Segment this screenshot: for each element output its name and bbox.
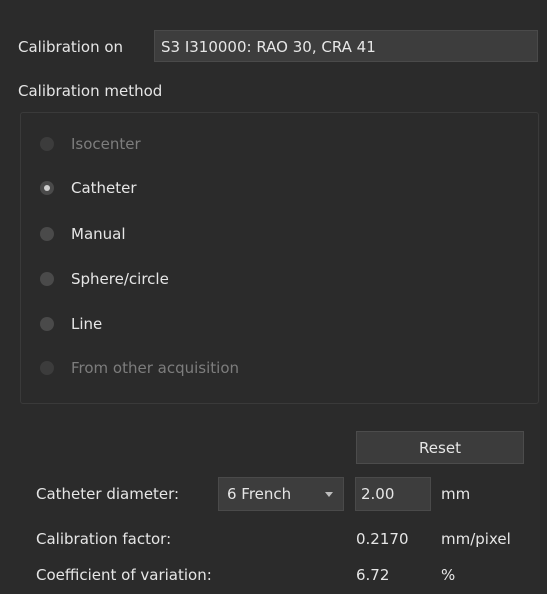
radio-manual[interactable]: Manual: [40, 222, 126, 246]
radio-label: Isocenter: [71, 135, 141, 153]
catheter-diameter-label: Catheter diameter:: [36, 485, 180, 503]
calibration-method-label: Calibration method: [18, 82, 163, 100]
calibration-acquisition-field[interactable]: S3 I310000: RAO 30, CRA 41: [154, 30, 538, 62]
radio-catheter[interactable]: Catheter: [40, 176, 137, 200]
calibration-factor-label: Calibration factor:: [36, 530, 172, 548]
catheter-diameter-unit: mm: [441, 485, 471, 503]
radio-label: Catheter: [71, 179, 137, 197]
catheter-size-dropdown[interactable]: 6 French: [218, 477, 344, 511]
radio-button-icon: [40, 317, 54, 331]
calibration-factor-value: 0.2170: [356, 530, 409, 548]
calibration-on-label: Calibration on: [18, 38, 124, 56]
radio-isocenter[interactable]: Isocenter: [40, 132, 141, 156]
radio-label: Line: [71, 315, 103, 333]
coefficient-of-variation-label: Coefficient of variation:: [36, 566, 212, 584]
radio-button-selected-icon: [40, 181, 54, 195]
radio-sphere-circle[interactable]: Sphere/circle: [40, 267, 169, 291]
radio-label: From other acquisition: [71, 359, 240, 377]
chevron-down-icon: [325, 491, 333, 497]
calibration-factor-unit: mm/pixel: [441, 530, 511, 548]
coefficient-of-variation-value: 6.72: [356, 566, 390, 584]
coefficient-of-variation-unit: %: [441, 566, 456, 584]
catheter-size-value: 6 French: [227, 485, 292, 503]
radio-button-icon: [40, 137, 54, 151]
radio-button-icon: [40, 227, 54, 241]
radio-button-icon: [40, 272, 54, 286]
radio-from-other-acquisition[interactable]: From other acquisition: [40, 356, 239, 380]
radio-label: Manual: [71, 225, 126, 243]
catheter-diameter-input[interactable]: 2.00: [355, 477, 431, 511]
radio-button-icon: [40, 361, 54, 375]
reset-button[interactable]: Reset: [356, 431, 524, 464]
radio-label: Sphere/circle: [71, 270, 169, 288]
radio-line[interactable]: Line: [40, 312, 102, 336]
